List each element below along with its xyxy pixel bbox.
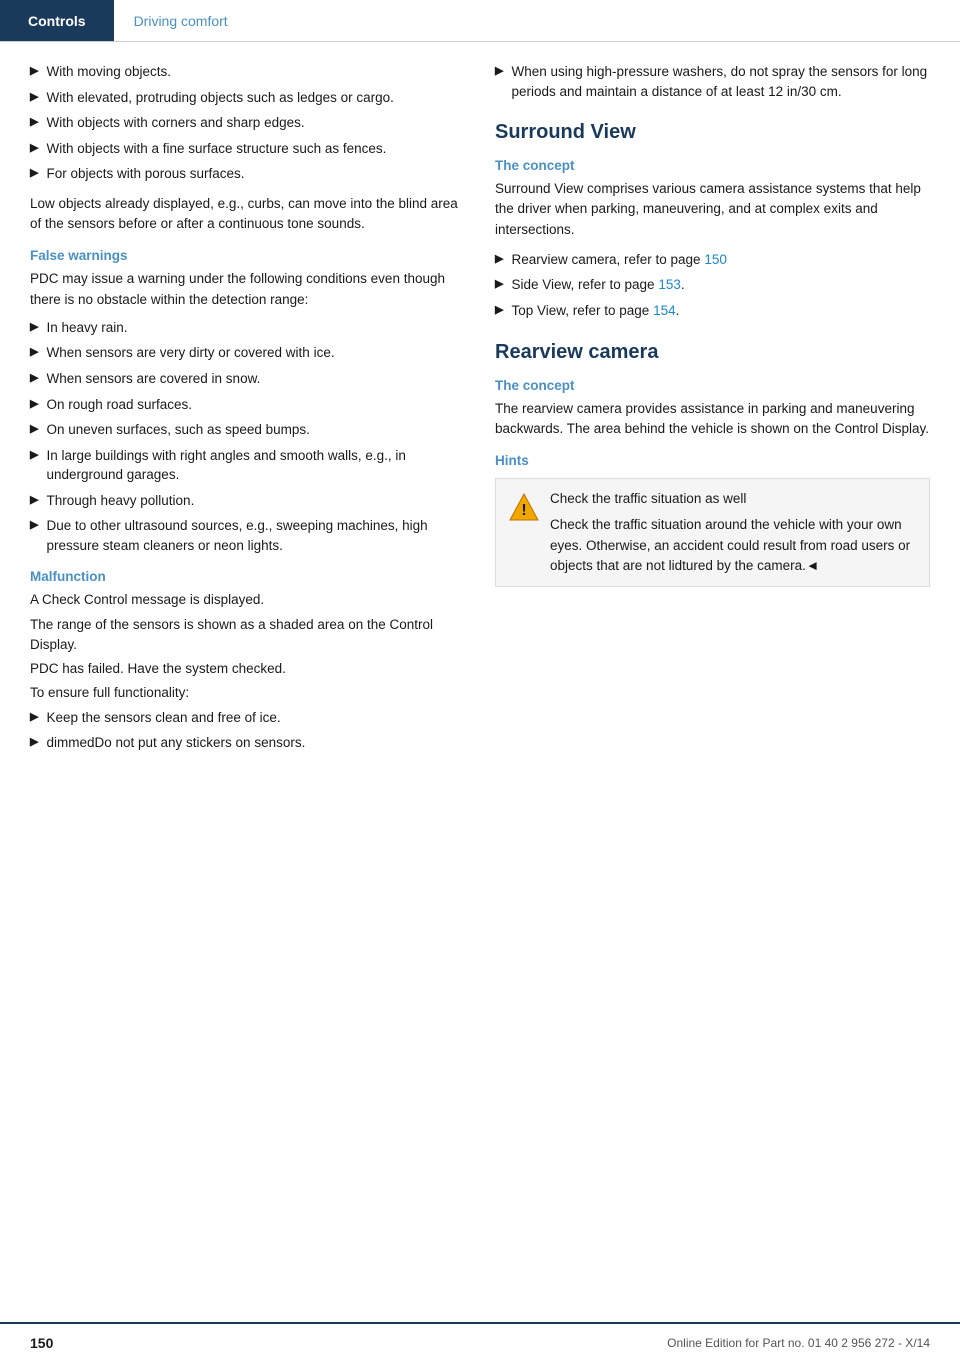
header-controls-tab[interactable]: Controls	[0, 0, 114, 41]
list-item-text: For objects with porous surfaces.	[46, 164, 244, 184]
list-item: ▶ dimmedDo not put any stickers on senso…	[30, 733, 465, 753]
malfunction-para4: To ensure full functionality:	[30, 683, 465, 703]
malfunction-para3: PDC has failed. Have the system checked.	[30, 659, 465, 679]
paragraph-blind-area: Low objects already displayed, e.g., cur…	[30, 194, 465, 235]
rearview-camera-heading: Rearview camera	[495, 341, 930, 364]
list-item-text: With objects with a fine surface structu…	[46, 139, 386, 159]
arrow-icon: ▶	[30, 64, 38, 80]
list-item: ▶ In large buildings with right angles a…	[30, 446, 465, 485]
warning-box: ! Check the traffic situation as well Ch…	[495, 478, 930, 587]
list-item: ▶ In heavy rain.	[30, 318, 465, 338]
list-item-text: With moving objects.	[46, 62, 171, 82]
list-item-text: On uneven surfaces, such as speed bumps.	[46, 420, 309, 440]
list-item: ▶ On rough road surfaces.	[30, 395, 465, 415]
arrow-icon: ▶	[495, 303, 503, 319]
controls-label: Controls	[28, 13, 86, 29]
malfunction-para1: A Check Control message is displayed.	[30, 590, 465, 610]
list-item-text: Top View, refer to page 154.	[511, 301, 679, 321]
malfunction-heading: Malfunction	[30, 569, 465, 584]
right-top-item: ▶ When using high-pressure washers, do n…	[495, 62, 930, 101]
warning-line1: Check the traffic situation as well	[550, 489, 917, 509]
page-link-154[interactable]: 154	[653, 303, 676, 318]
surround-view-concept-text: Surround View comprises various camera a…	[495, 179, 930, 240]
arrow-icon: ▶	[30, 141, 38, 157]
list-item: ▶ Keep the sensors clean and free of ice…	[30, 708, 465, 728]
list-item-text: When sensors are covered in snow.	[46, 369, 260, 389]
arrow-icon: ▶	[495, 252, 503, 268]
surround-view-section: Surround View The concept Surround View …	[495, 121, 930, 320]
svg-text:!: !	[521, 502, 526, 519]
arrow-icon: ▶	[30, 166, 38, 182]
page-number: 150	[30, 1335, 53, 1351]
list-item-text: When using high-pressure washers, do not…	[511, 62, 930, 101]
surround-view-heading: Surround View	[495, 121, 930, 144]
list-item: ▶ With elevated, protruding objects such…	[30, 88, 465, 108]
list-item-text: Keep the sensors clean and free of ice.	[46, 708, 280, 728]
list-item: ▶ Rearview camera, refer to page 150	[495, 250, 930, 270]
rearview-concept-text: The rearview camera provides assistance …	[495, 399, 930, 440]
false-warnings-intro: PDC may issue a warning under the follow…	[30, 269, 465, 310]
arrow-icon: ▶	[30, 518, 38, 534]
arrow-icon: ▶	[30, 345, 38, 361]
top-list: ▶ With moving objects. ▶ With elevated, …	[30, 62, 465, 184]
page-header: Controls Driving comfort	[0, 0, 960, 42]
list-item-text: On rough road surfaces.	[46, 395, 192, 415]
list-item: ▶ Top View, refer to page 154.	[495, 301, 930, 321]
page-link-150[interactable]: 150	[704, 252, 727, 267]
list-item: ▶ On uneven surfaces, such as speed bump…	[30, 420, 465, 440]
list-item: ▶ For objects with porous surfaces.	[30, 164, 465, 184]
list-item: ▶ When sensors are covered in snow.	[30, 369, 465, 389]
list-item: ▶ Through heavy pollution.	[30, 491, 465, 511]
list-item: ▶ Due to other ultrasound sources, e.g.,…	[30, 516, 465, 555]
false-warnings-heading: False warnings	[30, 248, 465, 263]
list-item-text: In large buildings with right angles and…	[46, 446, 465, 485]
arrow-icon: ▶	[30, 90, 38, 106]
header-driving-comfort-tab[interactable]: Driving comfort	[114, 0, 248, 41]
malfunction-para2: The range of the sensors is shown as a s…	[30, 615, 465, 656]
list-item-text: Due to other ultrasound sources, e.g., s…	[46, 516, 465, 555]
rearview-concept-heading: The concept	[495, 378, 930, 393]
warning-triangle-icon: !	[508, 491, 540, 523]
list-item-text: When sensors are very dirty or covered w…	[46, 343, 334, 363]
arrow-icon: ▶	[30, 320, 38, 336]
warning-line2: Check the traffic situation around the v…	[550, 515, 917, 576]
footer-info: Online Edition for Part no. 01 40 2 956 …	[667, 1336, 930, 1350]
list-item: ▶ With objects with a fine surface struc…	[30, 139, 465, 159]
list-item-text: In heavy rain.	[46, 318, 127, 338]
arrow-icon: ▶	[30, 422, 38, 438]
list-item: ▶ When sensors are very dirty or covered…	[30, 343, 465, 363]
arrow-icon: ▶	[30, 115, 38, 131]
arrow-icon: ▶	[30, 710, 38, 726]
arrow-icon: ▶	[30, 493, 38, 509]
list-item-text: With elevated, protruding objects such a…	[46, 88, 393, 108]
false-warnings-section: False warnings PDC may issue a warning u…	[30, 248, 465, 555]
arrow-icon: ▶	[495, 64, 503, 80]
list-item: ▶ With objects with corners and sharp ed…	[30, 113, 465, 133]
malfunction-section: Malfunction A Check Control message is d…	[30, 569, 465, 752]
list-item-text: Side View, refer to page 153.	[511, 275, 684, 295]
main-content: ▶ With moving objects. ▶ With elevated, …	[0, 42, 960, 779]
warning-content: Check the traffic situation as well Chec…	[550, 489, 917, 576]
arrow-icon: ▶	[30, 397, 38, 413]
list-item-text: Rearview camera, refer to page 150	[511, 250, 726, 270]
rearview-camera-section: Rearview camera The concept The rearview…	[495, 341, 930, 588]
page-link-153[interactable]: 153	[658, 277, 681, 292]
right-column: ▶ When using high-pressure washers, do n…	[495, 62, 930, 759]
list-item-text: With objects with corners and sharp edge…	[46, 113, 304, 133]
surround-view-concept-heading: The concept	[495, 158, 930, 173]
arrow-icon: ▶	[30, 371, 38, 387]
list-item: ▶ Side View, refer to page 153.	[495, 275, 930, 295]
page-footer: 150 Online Edition for Part no. 01 40 2 …	[0, 1322, 960, 1362]
list-item: ▶ With moving objects.	[30, 62, 465, 82]
arrow-icon: ▶	[495, 277, 503, 293]
left-column: ▶ With moving objects. ▶ With elevated, …	[30, 62, 465, 759]
arrow-icon: ▶	[30, 735, 38, 751]
arrow-icon: ▶	[30, 448, 38, 464]
list-item-text: Through heavy pollution.	[46, 491, 194, 511]
hints-heading: Hints	[495, 453, 930, 468]
list-item-text: dimmedDo not put any stickers on sensors…	[46, 733, 305, 753]
driving-comfort-label: Driving comfort	[134, 13, 228, 29]
